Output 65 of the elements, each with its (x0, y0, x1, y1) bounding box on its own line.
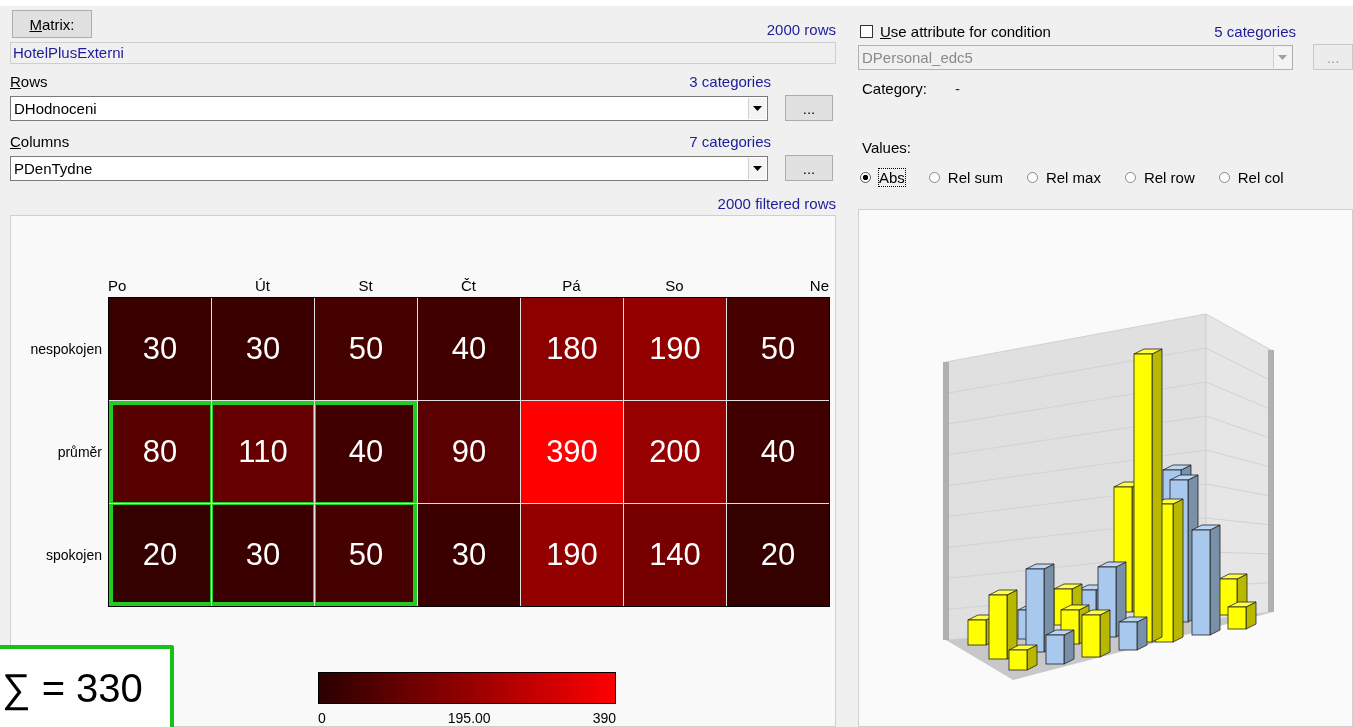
heatmap-cell: 30 (418, 504, 520, 606)
checkbox-label: Use attribute for condition (880, 22, 1051, 40)
dropdown-arrow-icon (753, 165, 762, 171)
scale-label: 195.00 (447, 710, 491, 726)
filtered-row-count: 2000 filtered rows (717, 195, 836, 213)
category-count: 5 categories (1214, 22, 1296, 40)
column-label: St (357, 277, 374, 296)
dropdown-arrow-icon (753, 105, 762, 111)
radio-label: Rel sum (947, 168, 1003, 186)
category-count: 7 categories (689, 133, 771, 151)
heatmap-cell: 90 (418, 401, 520, 503)
browse-button[interactable]: ... (785, 95, 833, 121)
column-label: Ne (808, 277, 829, 296)
dropdown-arrow-icon (1278, 54, 1288, 60)
field-label: Rows (10, 73, 48, 91)
column-label: Út (254, 277, 271, 296)
column-label: Po (108, 277, 128, 296)
matrix-button[interactable]: Matrix: (12, 10, 92, 38)
radio-button[interactable] (1218, 171, 1230, 183)
heatmap-cell: 20 (727, 504, 829, 606)
heatmap-cell: 140 (624, 504, 726, 606)
dropdown[interactable]: DHodnoceni (10, 95, 768, 121)
heatmap-cell: 190 (521, 504, 623, 606)
heatmap-cell: 50 (727, 298, 829, 400)
row-label: průměr (56, 442, 102, 462)
heatmap-cell: 30 (109, 298, 211, 400)
heatmap-cell: 200 (624, 401, 726, 503)
heatmap-cell: 50 (315, 298, 417, 400)
category-label: Category: (862, 80, 928, 98)
column-label: Čt (460, 277, 477, 296)
values-label: Values: (862, 139, 911, 156)
source-field: HotelPlusExterni (10, 42, 836, 64)
category-count: 3 categories (689, 73, 771, 91)
row-label: nespokojen (29, 339, 102, 359)
field-label: Columns (10, 133, 70, 151)
sum-label: ∑ = 330 (0, 645, 174, 727)
heatmap-cell: 40 (727, 401, 829, 503)
radio-button[interactable] (860, 171, 871, 183)
scale-label: 390 (592, 710, 616, 726)
radio-label: Rel col (1237, 168, 1284, 186)
radio-button[interactable] (928, 171, 940, 183)
heatmap-cell: 20 (109, 504, 211, 606)
heatmap-cell: 30 (212, 298, 314, 400)
heatmap-cell: 190 (624, 298, 726, 400)
heatmap-cell: 110 (212, 401, 314, 503)
radio-label: Abs (879, 168, 905, 186)
heatmap-cell: 390 (521, 401, 623, 503)
radio-button[interactable] (1026, 171, 1038, 183)
row-count: 2000 rows (766, 21, 836, 38)
heatmap-cell: 40 (418, 298, 520, 400)
column-label: Pá (561, 277, 582, 296)
scale-label: 0 (318, 710, 326, 726)
column-label: So (664, 277, 685, 296)
heatmap-cell: 30 (212, 504, 314, 606)
heatmap-cell: 50 (315, 504, 417, 606)
heatmap-cell: 40 (315, 401, 417, 503)
radio-label: Rel row (1143, 168, 1195, 186)
radio-button[interactable] (1124, 171, 1136, 183)
heatmap-cell: 80 (109, 401, 211, 503)
radio-label: Rel max (1045, 168, 1101, 186)
category-value: - (955, 80, 961, 98)
heatmap-cell: 180 (521, 298, 623, 400)
browse-button[interactable]: ... (785, 155, 833, 181)
dropdown[interactable]: PDenTydne (10, 155, 768, 181)
row-label: spokojen (44, 545, 102, 565)
